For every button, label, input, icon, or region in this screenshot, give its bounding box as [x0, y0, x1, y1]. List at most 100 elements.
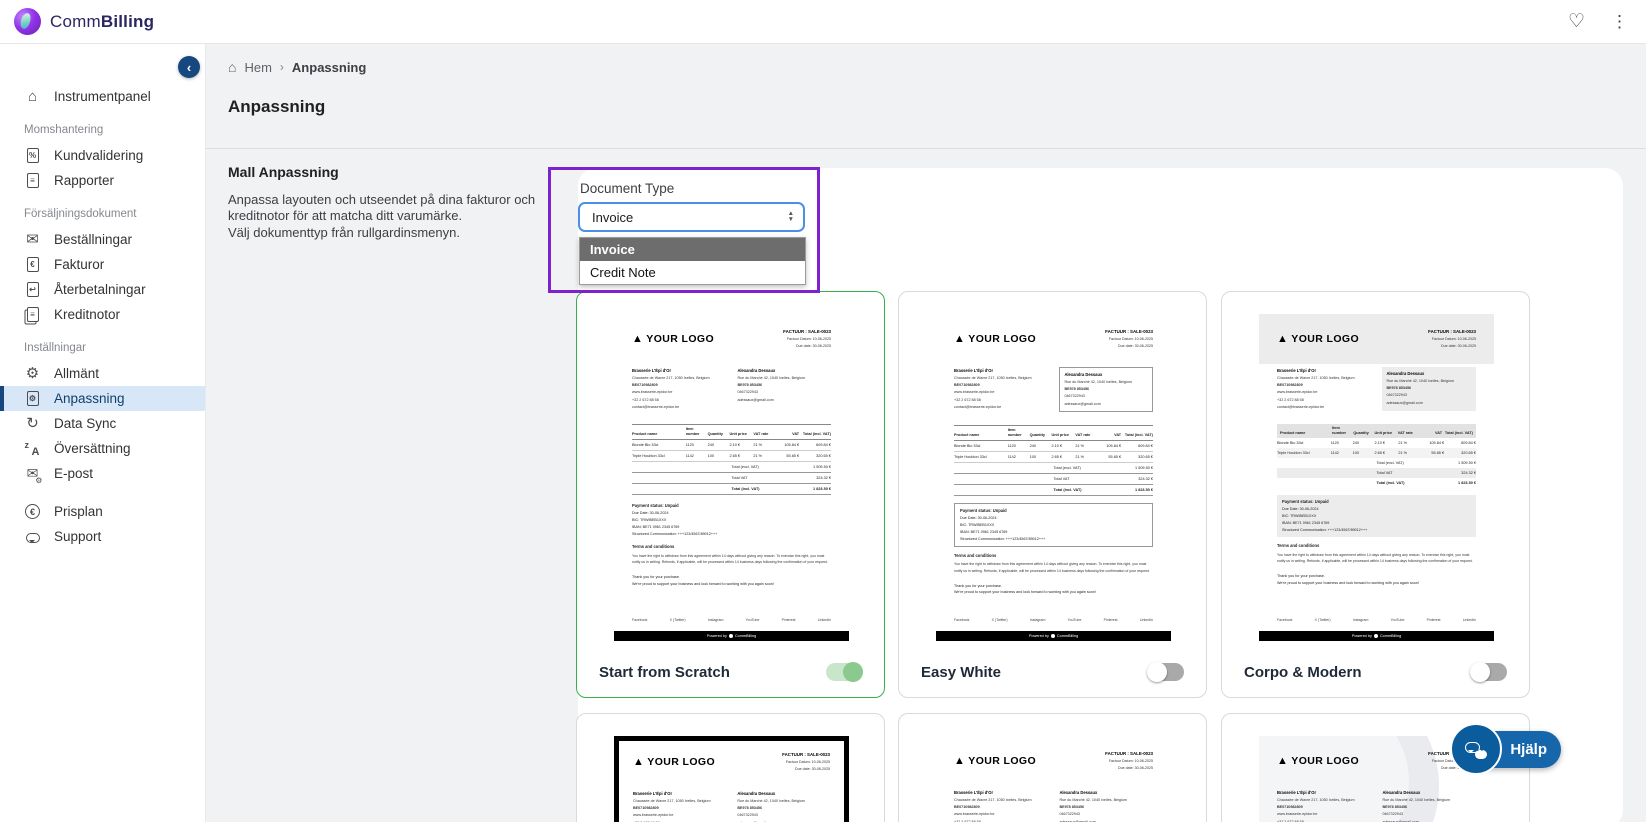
payment-block: Payment status: Unpaid Due Date: 30-06-2…	[954, 503, 1153, 547]
thanks-block: Thank you for your purchase. We're proud…	[1277, 573, 1419, 585]
invoice-preview: ▲ YOUR LOGO FACTUUR : SALE-0023 Factuur …	[1259, 314, 1494, 641]
more-options-kebab-icon[interactable]: ⋮	[1611, 13, 1628, 30]
invoice-meta: FACTUUR : SALE-0023 Factuur Datum: 10-06…	[1105, 328, 1153, 350]
invoice-due-date: Due date: 30-06-2025	[1441, 344, 1476, 349]
invoice-preview: ▲ YOUR LOGO FACTUUR : SALE-0023 Factuur …	[614, 314, 849, 641]
invoice-table: Product name Item number Quantity Unit p…	[632, 424, 831, 496]
sidebar-item-email[interactable]: ✉ E-post	[0, 461, 205, 486]
customer-block: Alexandra Dessaux Rue du Marché 42, 1040…	[1059, 789, 1153, 822]
breadcrumb-home-icon[interactable]: ⌂	[228, 59, 236, 75]
sidebar-item-general[interactable]: ⚙ Allmänt	[0, 361, 205, 386]
template-card-row2-2[interactable]: ▲ YOUR LOGO FACTUUR : SALE-0023 Factuur …	[898, 713, 1207, 822]
sidebar-item-dashboard[interactable]: ⌂ Instrumentpanel	[0, 84, 205, 109]
thanks-block: Thank you for your purchase. We're proud…	[632, 574, 774, 586]
social-links-row: Facebook X (Twitter) Instagram YouTube P…	[954, 618, 1153, 624]
seller-address: Chaussée de Wavre 217, 1050 Ixelles, Bel…	[1277, 375, 1355, 380]
sidebar-item-customer-validation[interactable]: % Kundvalidering	[0, 143, 205, 168]
brand[interactable]: CommBilling	[14, 8, 154, 35]
terms-block: Terms and conditions You have the right …	[954, 552, 1150, 573]
payment-block: Payment status: Unpaid Due Date: 30-06-2…	[632, 502, 831, 538]
invoice-due-date: Due date: 30-06-2025	[1118, 344, 1153, 349]
favorites-heart-icon[interactable]: ♡	[1568, 12, 1585, 31]
template-card-row2-1[interactable]: ▲ YOUR LOGO FACTUUR : SALE-0023 Factuur …	[576, 713, 885, 822]
invoice-table-header: Product name Item number Quantity Unit p…	[1277, 424, 1476, 438]
customer-block: Alexandra Dessaux Rue du Marché 42, 1040…	[1382, 367, 1476, 412]
template-enable-toggle[interactable]	[1470, 662, 1507, 682]
social-linkedin: LinkedIn	[1139, 618, 1153, 623]
social-x-twitter: X (Twitter)	[669, 618, 686, 623]
sidebar-item-orders[interactable]: ✉ Beställningar	[0, 227, 205, 252]
customer-phone: 0467322943	[1064, 394, 1085, 399]
breadcrumb: ⌂ Hem › Anpassning	[228, 59, 366, 75]
app-root: CommBilling ♡ ⋮ ‹ ⌂ Instrumentpanel Moms…	[0, 0, 1646, 822]
seller-website: www.brasserie-epidor.be	[632, 390, 673, 395]
invoice-logo-text: YOUR LOGO	[968, 332, 1037, 345]
report-document-icon: ≡	[24, 173, 41, 188]
breadcrumb-home-link[interactable]: Hem	[244, 60, 271, 75]
customer-name: Alexandra Dessaux	[1064, 372, 1103, 378]
sidebar-collapse-button[interactable]: ‹	[178, 56, 200, 78]
seller-vat: BE0710982809	[954, 383, 980, 388]
sidebar-item-reports[interactable]: ≡ Rapporter	[0, 168, 205, 193]
template-enable-toggle[interactable]	[826, 662, 863, 682]
help-button-label: Hjälp	[1510, 741, 1547, 758]
customer-address: Rue du Marché 42, 1040 Ixelles, Belgium	[737, 798, 805, 803]
template-card-easy-white[interactable]: ▲ YOUR LOGO FACTUUR : SALE-0023 Factuur …	[898, 291, 1207, 698]
invoice-header: ▲ YOUR LOGO FACTUUR : SALE-0023 Factuur …	[954, 328, 1153, 350]
social-linkedin: LinkedIn	[1462, 618, 1476, 623]
section-description: Anpassa layouten och utseendet på dina f…	[228, 192, 536, 223]
sidebar-item-data-sync[interactable]: ↻ Data Sync	[0, 411, 205, 436]
invoice-table-header: Product name Item number Quantity Unit p…	[632, 424, 831, 440]
invoice-logo: ▲ YOUR LOGO	[633, 751, 715, 773]
social-youtube: YouTube	[745, 618, 760, 623]
sidebar-item-refunds[interactable]: ↩ Återbetalningar	[0, 277, 205, 302]
invoice-meta: FACTUUR : SALE-0023 Factuur Datum: 10-06…	[782, 751, 830, 773]
toggle-knob	[1147, 662, 1167, 682]
seller-email: contact@brasserie-epidor.be	[1277, 404, 1325, 409]
seller-phone: +32 2 672 88 58	[632, 397, 659, 402]
sidebar-item-invoices[interactable]: € Fakturor	[0, 252, 205, 277]
customer-phone: 0467322943	[737, 813, 758, 818]
customer-vat: BE978 853456	[1382, 805, 1408, 810]
customer-address: Rue du Marché 42, 1040 Ixelles, Belgium	[1064, 379, 1132, 384]
invoice-table-row: Blonde Bio 33cl 1120 240 2.10 € 21 % 105…	[1277, 441, 1476, 446]
template-preview: ▲ YOUR LOGO FACTUUR : SALE-0023 Factuur …	[614, 314, 849, 641]
seller-address: Chaussée de Wavre 217, 1050 Ixelles, Bel…	[1277, 797, 1355, 802]
powered-logo-icon	[1050, 634, 1055, 638]
seller-website: www.brasserie-epidor.be	[954, 812, 995, 817]
document-type-label: Document Type	[580, 181, 675, 196]
seller-name: Brasserie L'Épi d'Or	[1277, 368, 1317, 374]
sidebar-item-customization[interactable]: ⚙ Anpassning	[0, 386, 205, 411]
option-invoice[interactable]: Invoice	[580, 238, 805, 261]
sidebar-item-support[interactable]: Support	[0, 524, 205, 549]
sidebar-item-translation[interactable]: zA Översättning	[0, 436, 205, 461]
template-enable-toggle[interactable]	[1147, 662, 1184, 682]
template-card-start-from-scratch[interactable]: ▲ YOUR LOGO FACTUUR : SALE-0023 Factuur …	[576, 291, 885, 698]
sidebar-item-pricing-plan[interactable]: € Prisplan	[0, 499, 205, 524]
col-vat: VAT	[1435, 431, 1443, 435]
help-chat-icon[interactable]	[1450, 723, 1502, 775]
logo-triangle-icon: ▲	[632, 332, 644, 345]
customer-vat: BE978 853456	[737, 383, 763, 388]
social-links-row: Facebook X (Twitter) Instagram YouTube P…	[632, 618, 831, 624]
invoice-meta: FACTUUR : SALE-0023 Factuur Datum: 10-06…	[1428, 328, 1476, 350]
col-item: Item number	[685, 427, 700, 436]
sidebar-item-credit-notes[interactable]: ≡ Kreditnotor	[0, 302, 205, 327]
payment-status: Payment status: Unpaid	[960, 508, 1007, 514]
euro-circle-icon: €	[24, 504, 41, 519]
customer-vat: BE978 853456	[1386, 386, 1412, 391]
invoice-total-row: Total (incl. VAT) 1 823.50 €	[632, 484, 831, 496]
template-card-corpo-modern[interactable]: ▲ YOUR LOGO FACTUUR : SALE-0023 Factuur …	[1221, 291, 1530, 698]
social-facebook: Facebook	[632, 618, 648, 623]
sidebar-section-sales-documents: Försäljningsdokument	[24, 208, 137, 220]
invoice-table-row: Blonde Bio 33cl 1120 240 2.10 € 21 % 105…	[632, 440, 831, 451]
seller-block: Brasserie L'Épi d'Or Chaussée de Wavre 2…	[1277, 789, 1371, 822]
section-title: Mall Anpassning	[228, 164, 339, 180]
document-type-select[interactable]: Invoice ▲ ▼	[578, 202, 805, 232]
toggle-knob	[843, 662, 863, 682]
option-credit-note[interactable]: Credit Note	[580, 261, 805, 284]
customer-block: Alexandra Dessaux Rue du Marché 42, 1040…	[737, 367, 831, 411]
invoice-header: ▲ YOUR LOGO FACTUUR : SALE-0023 Factuur …	[632, 328, 831, 350]
col-qty: Quantity	[707, 432, 723, 436]
customer-phone: 0467322943	[1382, 812, 1403, 817]
